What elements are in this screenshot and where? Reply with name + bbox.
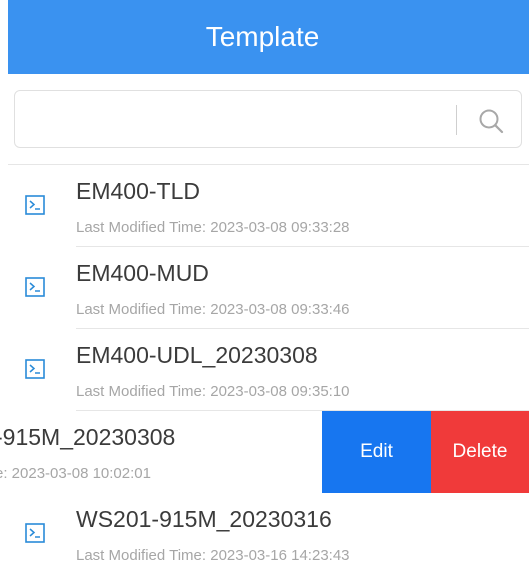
search-separator (456, 105, 457, 135)
template-name: -915M_20230308 (0, 424, 176, 450)
last-modified-time: Last Modified Time: 2023-03-16 14:23:43 (76, 547, 350, 564)
template-name: EM400-MUD (76, 260, 209, 286)
template-name: EM400-UDL_20230308 (76, 342, 318, 368)
template-row[interactable]: EM400-UDL_20230308 Last Modified Time: 2… (0, 329, 529, 411)
template-row[interactable]: EM400-MUD Last Modified Time: 2023-03-08… (0, 247, 529, 329)
delete-button[interactable]: Delete (431, 411, 529, 493)
page-title: Template (205, 21, 320, 52)
last-modified-time: e: 2023-03-08 10:02:01 (0, 465, 151, 482)
app-header: Template (8, 0, 529, 74)
terminal-icon (25, 359, 45, 379)
template-row-swiped[interactable]: -915M_20230308 e: 2023-03-08 10:02:01 Ed… (0, 411, 529, 493)
terminal-icon (25, 195, 45, 215)
template-row[interactable]: EM400-TLD Last Modified Time: 2023-03-08… (0, 165, 529, 247)
last-modified-time: Last Modified Time: 2023-03-08 09:35:10 (76, 383, 350, 400)
last-modified-time: Last Modified Time: 2023-03-08 09:33:46 (76, 301, 350, 318)
terminal-icon (25, 523, 45, 543)
search-input[interactable] (25, 99, 454, 141)
template-name: WS201-915M_20230316 (76, 506, 332, 532)
template-name: EM400-TLD (76, 178, 200, 204)
search-bar (14, 90, 522, 148)
edit-button[interactable]: Edit (322, 411, 431, 493)
last-modified-time: Last Modified Time: 2023-03-08 09:33:28 (76, 219, 350, 236)
template-row[interactable]: WS201-915M_20230316 Last Modified Time: … (0, 493, 529, 575)
search-icon[interactable] (477, 107, 505, 135)
terminal-icon (25, 277, 45, 297)
